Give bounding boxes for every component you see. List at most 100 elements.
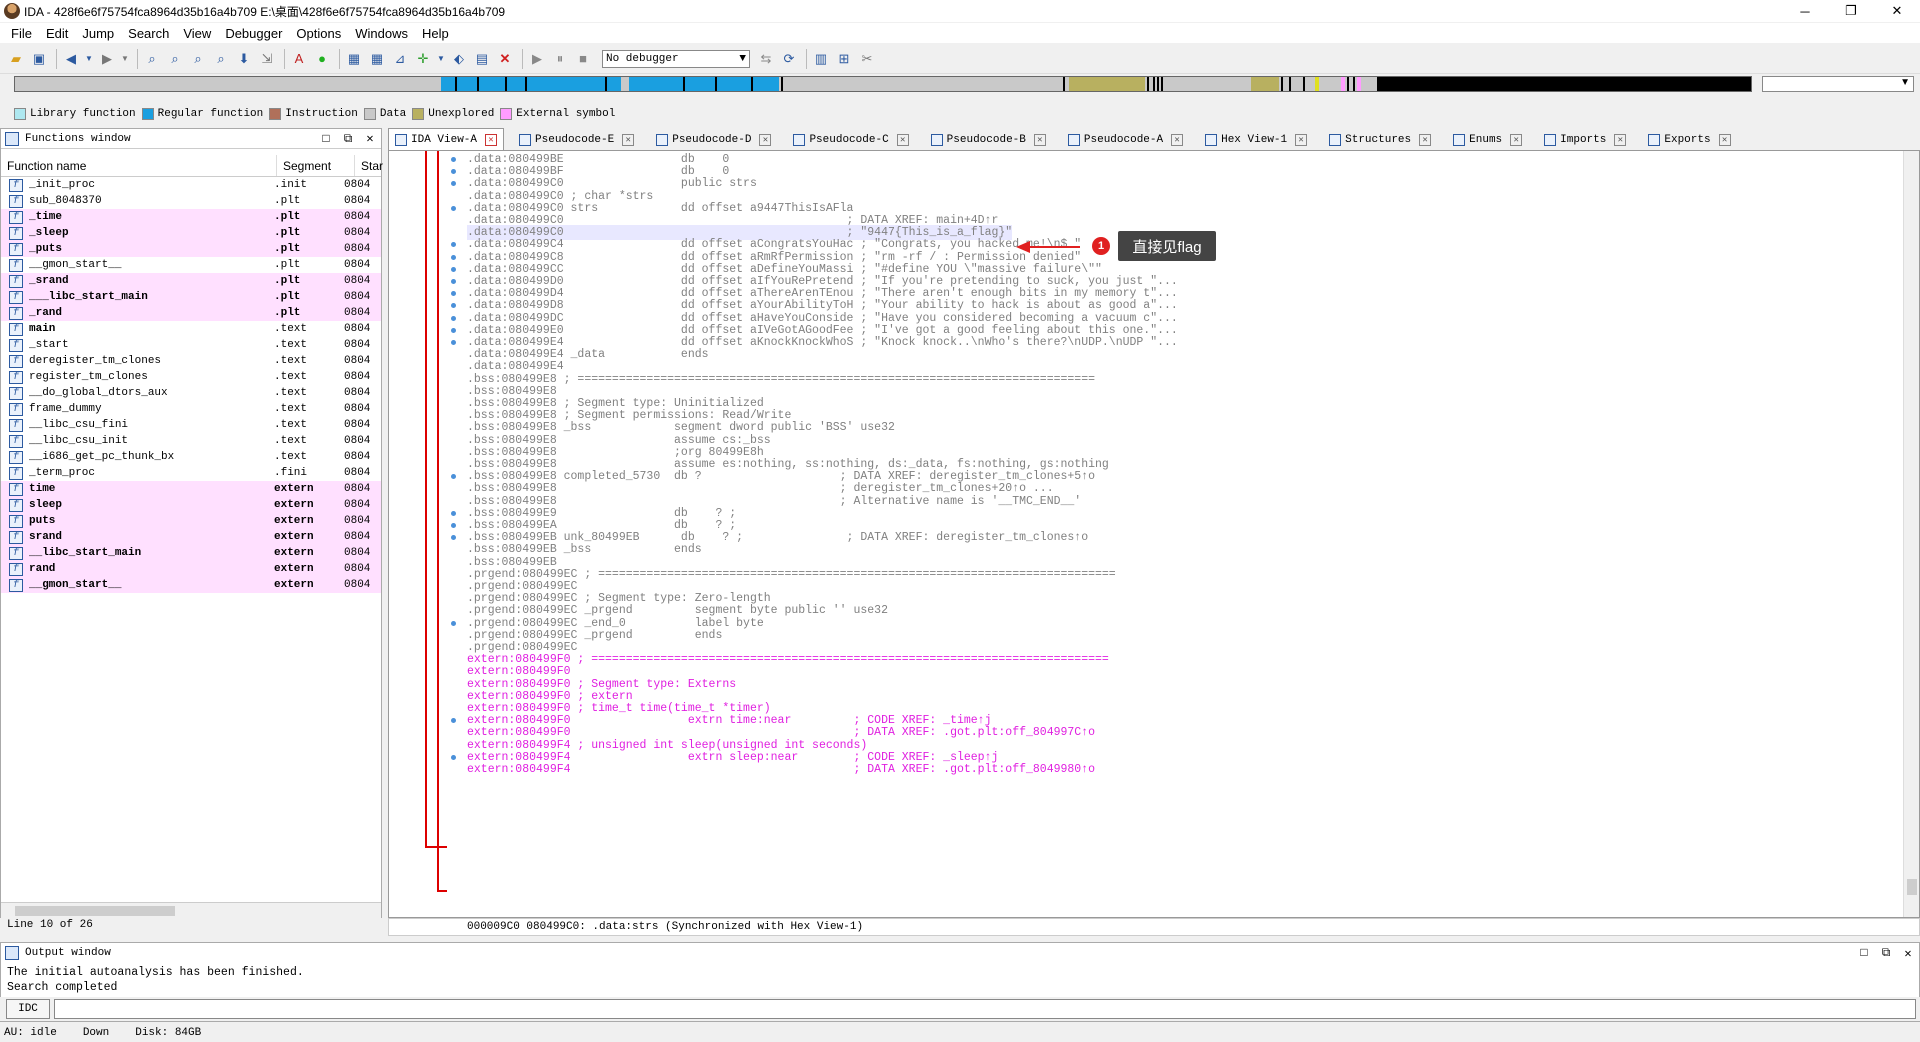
float-panel-icon[interactable]: □ <box>315 132 337 146</box>
tab-close-icon[interactable]: ✕ <box>1033 134 1046 146</box>
idc-language-button[interactable]: IDC <box>6 999 50 1019</box>
tab-pseudocode-c[interactable]: Pseudocode-C ✕ <box>786 130 915 150</box>
menu-edit[interactable]: Edit <box>39 26 75 41</box>
edit-function-icon[interactable]: ▦ <box>367 49 387 69</box>
tab-close-icon[interactable]: ✕ <box>1171 134 1184 146</box>
attach-icon[interactable]: ⇆ <box>756 49 776 69</box>
function-row[interactable]: f deregister_tm_clones .text 0804 <box>1 353 381 369</box>
menu-windows[interactable]: Windows <box>348 26 415 41</box>
jump-xref-icon[interactable]: ⇲ <box>257 49 277 69</box>
function-row[interactable]: f sleep extern 0804 <box>1 497 381 513</box>
xref-dropdown-icon[interactable]: ▼ <box>436 49 446 69</box>
tab-structures[interactable]: Structures ✕ <box>1322 130 1438 150</box>
function-row[interactable]: f _start .text 0804 <box>1 337 381 353</box>
function-row[interactable]: f main .text 0804 <box>1 321 381 337</box>
binary-search-icon[interactable]: ⌕ <box>142 49 162 69</box>
function-row[interactable]: f __libc_csu_init .text 0804 <box>1 433 381 449</box>
menu-file[interactable]: File <box>4 26 39 41</box>
tab-close-icon[interactable]: ✕ <box>759 134 772 146</box>
menu-help[interactable]: Help <box>415 26 456 41</box>
graph-view-icon[interactable]: ⊿ <box>390 49 410 69</box>
tools-icon[interactable]: ✂ <box>857 49 877 69</box>
tab-enums[interactable]: Enums ✕ <box>1446 130 1529 150</box>
function-row[interactable]: f _puts .plt 0804 <box>1 241 381 257</box>
forward-arrow-icon[interactable]: ▶ <box>97 49 117 69</box>
function-row[interactable]: f __gmon_start__ .plt 0804 <box>1 257 381 273</box>
output-float-icon[interactable]: □ <box>1853 946 1875 960</box>
dock-panel-icon[interactable]: ⧉ <box>337 132 359 146</box>
function-row[interactable]: f _srand .plt 0804 <box>1 273 381 289</box>
function-row[interactable]: f sub_8048370 .plt 0804 <box>1 193 381 209</box>
output-close-icon[interactable]: ✕ <box>1897 946 1919 961</box>
breakpoint-list-icon[interactable]: ⊞ <box>834 49 854 69</box>
debugger-select[interactable]: No debugger ▼ <box>602 49 750 68</box>
jump-down-icon[interactable]: ⬇ <box>234 49 254 69</box>
back-arrow-icon[interactable]: ◀ <box>61 49 81 69</box>
disassembly-vscrollbar[interactable] <box>1903 151 1919 917</box>
menu-search[interactable]: Search <box>121 26 176 41</box>
tab-close-icon[interactable]: ✕ <box>1295 134 1308 146</box>
breakpoint-dot[interactable] <box>451 157 456 162</box>
next-search-icon[interactable]: ⌕ <box>211 49 231 69</box>
functions-hscrollbar[interactable] <box>1 902 381 918</box>
breakpoint-dot[interactable] <box>451 327 456 333</box>
tab-pseudocode-d[interactable]: Pseudocode-D ✕ <box>649 130 778 150</box>
breakpoint-dot[interactable] <box>451 254 456 260</box>
menu-options[interactable]: Options <box>289 26 348 41</box>
tab-close-icon[interactable]: ✕ <box>622 134 635 146</box>
breakpoint-dot[interactable] <box>451 205 456 211</box>
start-debug-icon[interactable]: ▶ <box>527 49 547 69</box>
tab-close-icon[interactable]: ✕ <box>1614 134 1627 146</box>
breakpoint-dot[interactable] <box>451 620 456 626</box>
function-row[interactable]: f rand extern 0804 <box>1 561 381 577</box>
function-row[interactable]: f register_tm_clones .text 0804 <box>1 369 381 385</box>
tab-pseudocode-e[interactable]: Pseudocode-E ✕ <box>512 130 641 150</box>
navigation-band-dropdown[interactable]: ▼ <box>1762 76 1914 92</box>
maximize-button[interactable]: ❐ <box>1828 0 1874 22</box>
segments-icon[interactable]: ▥ <box>811 49 831 69</box>
function-row[interactable]: f frame_dummy .text 0804 <box>1 401 381 417</box>
function-row[interactable]: f srand extern 0804 <box>1 529 381 545</box>
close-window-button[interactable]: ✕ <box>1874 0 1920 22</box>
function-row[interactable]: f __gmon_start__ extern 0804 <box>1 577 381 593</box>
function-row[interactable]: f puts extern 0804 <box>1 513 381 529</box>
close-panel-icon[interactable]: ✕ <box>359 131 381 146</box>
function-row[interactable]: f time extern 0804 <box>1 481 381 497</box>
menu-debugger[interactable]: Debugger <box>218 26 289 41</box>
stop-icon[interactable]: ■ <box>573 49 593 69</box>
cross-reference-icon[interactable]: ✛ <box>413 49 433 69</box>
tab-close-icon[interactable]: ✕ <box>1419 134 1432 146</box>
tab-imports[interactable]: Imports ✕ <box>1537 130 1633 150</box>
function-row[interactable]: f _rand .plt 0804 <box>1 305 381 321</box>
breakpoint-dot[interactable] <box>451 754 456 760</box>
function-row[interactable]: f __i686_get_pc_thunk_bx .text 0804 <box>1 449 381 465</box>
tab-pseudocode-a[interactable]: Pseudocode-A ✕ <box>1061 130 1190 150</box>
breakpoint-dot[interactable] <box>451 279 456 284</box>
breakpoint-dot[interactable] <box>451 315 456 321</box>
tab-pseudocode-b[interactable]: Pseudocode-B ✕ <box>924 130 1053 150</box>
function-row[interactable]: f ___libc_start_main .plt 0804 <box>1 289 381 305</box>
breakpoint-dot[interactable] <box>451 523 456 528</box>
delete-icon[interactable]: ✕ <box>495 49 515 69</box>
output-dock-icon[interactable]: ⧉ <box>1875 946 1897 960</box>
text-icon[interactable]: A <box>289 49 309 69</box>
disasm-line[interactable]: extern:080499F4 ; DATA XREF: .got.plt:of… <box>467 762 1095 777</box>
refresh-icon[interactable]: ⟳ <box>779 49 799 69</box>
menu-view[interactable]: View <box>176 26 218 41</box>
tab-ida-view-a[interactable]: IDA View-A ✕ <box>388 128 505 150</box>
immediate-search-icon[interactable]: ⌕ <box>188 49 208 69</box>
breakpoint-dot[interactable] <box>451 340 456 345</box>
tab-close-icon[interactable]: ✕ <box>1510 134 1523 146</box>
function-row[interactable]: f _time .plt 0804 <box>1 209 381 225</box>
open-file-icon[interactable]: ▰ <box>6 49 26 69</box>
tab-exports[interactable]: Exports ✕ <box>1641 130 1737 150</box>
tab-close-icon[interactable]: ✕ <box>896 134 909 146</box>
col-segment[interactable]: Segment <box>277 155 355 176</box>
disasm-line[interactable]: .bss:080499E8 ; ========================… <box>467 372 1095 387</box>
function-row[interactable]: f __libc_start_main extern 0804 <box>1 545 381 561</box>
history-dropdown-icon[interactable]: ▼ <box>84 49 94 69</box>
menu-jump[interactable]: Jump <box>75 26 121 41</box>
structure-icon[interactable]: ⬖ <box>449 49 469 69</box>
function-row[interactable]: f _sleep .plt 0804 <box>1 225 381 241</box>
create-function-icon[interactable]: ▦ <box>344 49 364 69</box>
